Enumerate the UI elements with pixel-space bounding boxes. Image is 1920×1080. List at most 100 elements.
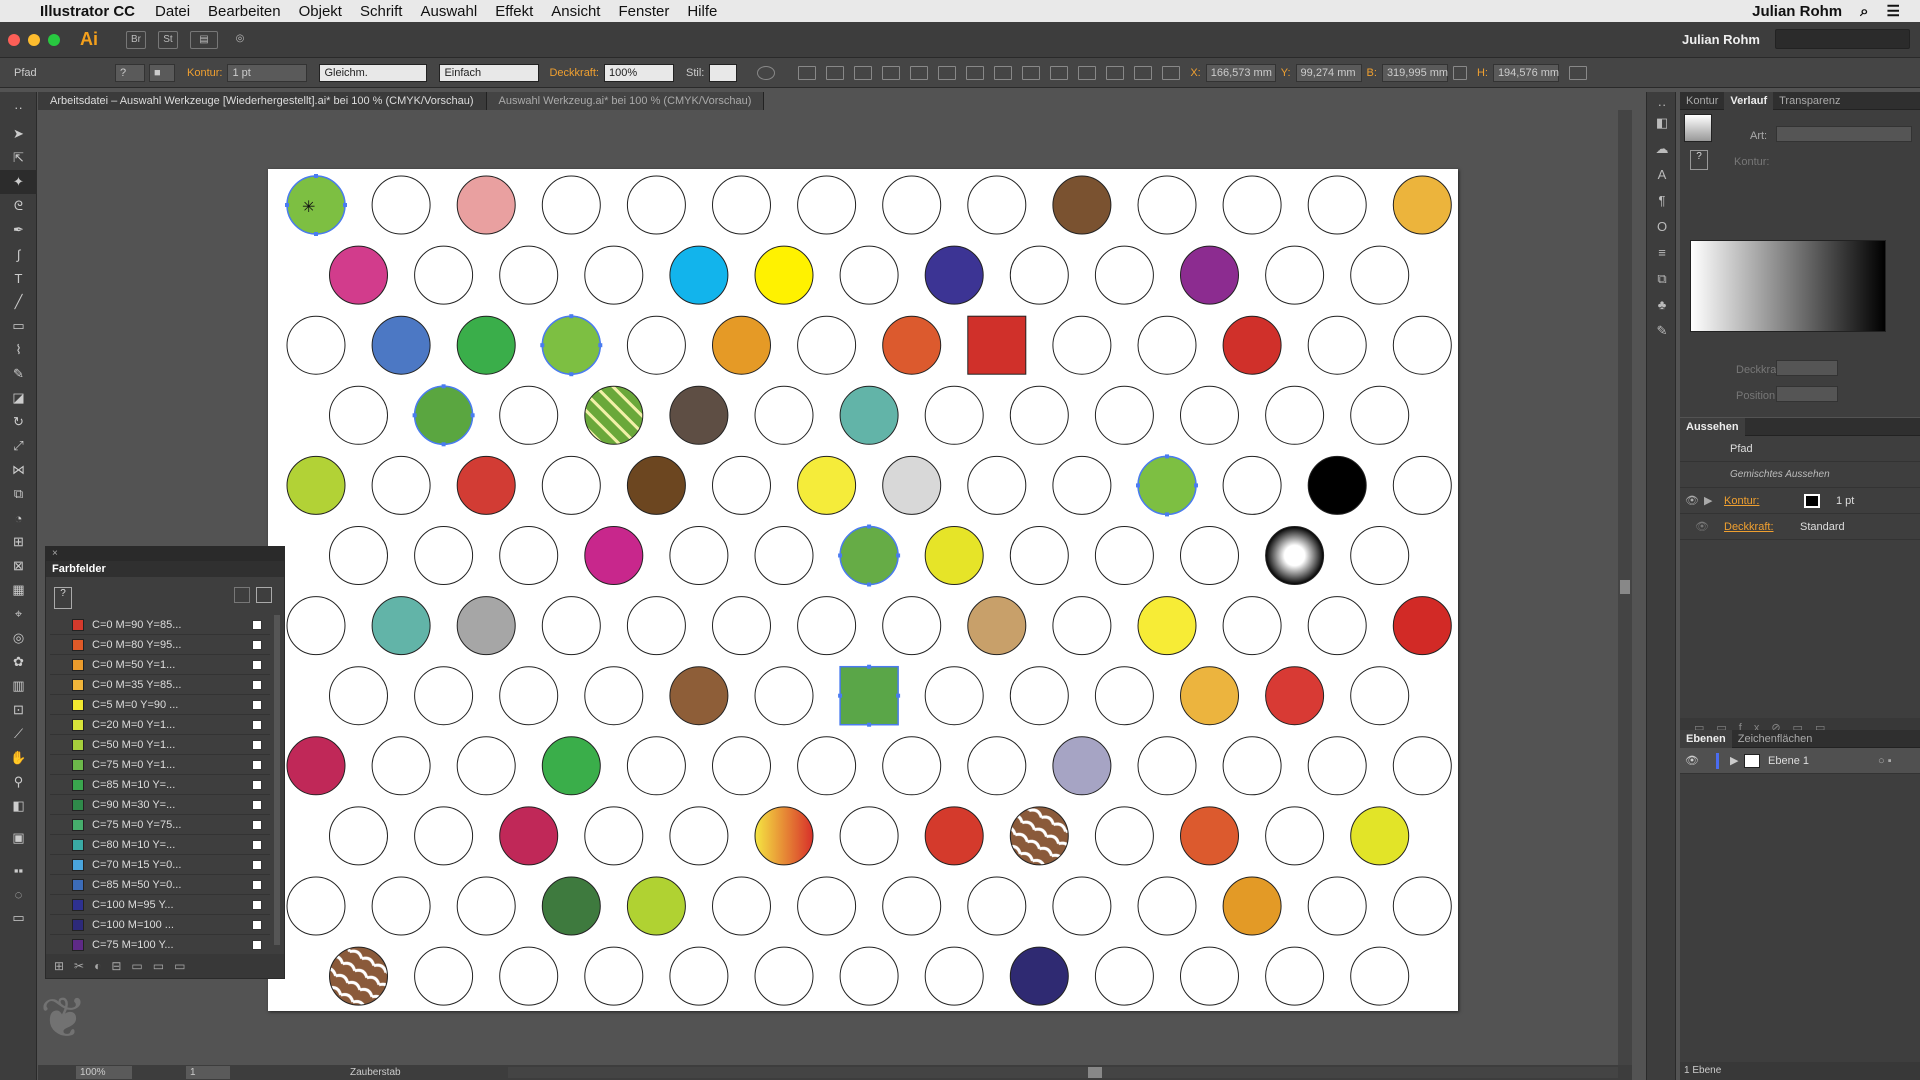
panel-grip-icon[interactable]: ·· [0,92,37,122]
artboard-empty-circle[interactable] [797,736,857,796]
align-bottom-icon[interactable] [966,65,985,80]
swatch-chip[interactable] [72,758,84,771]
menu-schrift[interactable]: Schrift [360,3,403,20]
swatch-row[interactable]: C=0 M=35 Y=85... [50,675,270,695]
artboard-empty-circle[interactable] [1009,666,1069,726]
artboard-empty-circle[interactable] [712,596,771,656]
artboard-colored-circle[interactable] [924,806,984,866]
swatch-row[interactable]: C=0 M=90 Y=85... [50,615,270,635]
artboard-empty-circle[interactable] [1350,946,1410,1006]
menu-bearbeiten[interactable]: Bearbeiten [208,3,281,20]
appearance-deckkraft-value[interactable]: Standard [1800,521,1845,533]
free-transform-tool-icon[interactable]: ⧉ [0,482,37,506]
expand-arrow-icon[interactable]: ▶ [1704,494,1724,507]
y-field[interactable]: 99,274 mm [1295,63,1362,82]
artboard-colored-circle[interactable] [329,245,388,305]
artboard-empty-circle[interactable] [797,876,857,936]
artboard-colored-circle[interactable] [286,455,346,515]
artboard-empty-circle[interactable] [1009,385,1069,445]
menu-datei[interactable]: Datei [155,3,190,20]
align-right-icon[interactable] [882,65,901,80]
notification-icon[interactable]: ☰ [1887,2,1900,20]
artboard-colored-circle[interactable] [456,596,516,656]
recolor-artwork-icon[interactable] [757,65,776,80]
artboard-colored-circle[interactable] [1180,245,1239,305]
artboard-empty-circle[interactable] [967,876,1027,936]
artboard-colored-circle[interactable] [371,596,431,656]
swatch-row[interactable]: C=75 M=100 Y... [50,935,270,955]
arrange-documents-icon[interactable]: ▤ [190,30,218,49]
swatch-footer-icons[interactable]: ⊞✂◐⊟▭▭▭ [46,954,284,978]
artboard-empty-circle[interactable] [626,315,686,375]
artboard-empty-circle[interactable] [1137,736,1197,796]
swatch-row[interactable]: C=85 M=10 Y=... [50,775,270,795]
kontur-label[interactable]: Kontur: [187,67,222,79]
artboard-empty-circle[interactable] [1180,385,1239,445]
layer-target-icon[interactable]: ○ ▪ [1878,755,1892,767]
artboard-empty-circle[interactable] [754,946,814,1006]
libraries-icon[interactable]: ☁ [1647,136,1677,162]
menu-effekt[interactable]: Effekt [495,3,533,20]
anchor-point[interactable] [314,232,318,236]
artboard-empty-circle[interactable] [1094,385,1154,445]
artboard-empty-circle[interactable] [839,946,899,1006]
spotlight-icon[interactable]: ⌕ [1860,3,1868,20]
scale-tool-icon[interactable]: ⤢ [0,434,37,458]
stroke-color-chip[interactable] [1804,493,1820,508]
anchor-point[interactable] [838,693,843,698]
artboard-empty-circle[interactable] [1137,315,1197,375]
artboard-empty-circle[interactable] [1222,596,1282,656]
artboard-colored-circle[interactable] [541,736,601,796]
artboard-empty-circle[interactable] [329,666,388,726]
brush-definition[interactable]: Einfach [439,63,540,82]
distribute-middle-icon[interactable] [1022,65,1041,80]
artboard-empty-circle[interactable] [414,666,474,726]
artboard-navigation-field[interactable]: 1 [186,1066,230,1079]
artboard-tool-icon[interactable]: ⊡ [0,698,37,722]
artboard-colored-circle[interactable] [499,806,559,866]
artboard-empty-circle[interactable] [967,455,1027,515]
artboard-colored-circle[interactable] [286,736,346,796]
swatch-chip[interactable] [72,858,84,871]
artboard-empty-circle[interactable] [626,596,686,656]
selection-tool-icon[interactable]: ➤ [0,122,37,146]
opentype-icon[interactable]: O [1647,214,1677,240]
artboard-empty-circle[interactable] [371,876,431,936]
artboard-empty-circle[interactable] [712,736,771,796]
fill-stroke-indicator[interactable]: ? [54,587,72,609]
align-panel-icon[interactable]: ≡ [1647,240,1677,266]
width-field[interactable]: 319,995 mm [1381,63,1448,82]
align-left-icon[interactable] [826,65,845,80]
vertical-scroll-thumb[interactable] [1620,580,1630,594]
artboard-empty-circle[interactable] [1307,315,1367,375]
minimize-window-icon[interactable] [28,33,40,46]
artboard-colored-circle[interactable] [1265,666,1325,726]
fill-color-swatch[interactable]: ? [115,63,145,82]
slice-tool-icon[interactable]: ⟋ [0,722,37,746]
anchor-point[interactable] [285,203,289,207]
artboard-colored-circle[interactable] [754,245,814,305]
artboard-colored-circle[interactable] [371,315,431,375]
artboard-colored-circle[interactable] [1052,736,1112,796]
artboard-empty-circle[interactable] [924,385,984,445]
artboard-empty-circle[interactable] [839,245,899,305]
swatch-row[interactable]: C=100 M=100 ... [50,915,270,935]
artboard-colored-circle[interactable] [754,806,814,866]
tab-verlauf[interactable]: Verlauf [1724,91,1774,110]
distribute-right-icon[interactable] [1134,65,1153,80]
artboard-square[interactable] [967,315,1027,375]
artboard-empty-circle[interactable] [584,806,644,866]
swatch-chip[interactable] [72,718,84,731]
artboard-empty-circle[interactable] [882,596,942,656]
artboard-empty-circle[interactable] [584,666,644,726]
deckkraft-label[interactable]: Deckkraft: [549,67,599,79]
swatch-chip[interactable] [72,738,84,751]
artboard-empty-circle[interactable] [1265,946,1325,1006]
direct-selection-tool-icon[interactable]: ⇱ [0,146,37,170]
artboard-empty-circle[interactable] [286,876,346,936]
artboard-empty-circle[interactable] [924,946,984,1006]
color-guide-icon[interactable]: ◧ [1647,110,1677,136]
anchor-point[interactable] [867,582,872,587]
status-tool-name[interactable]: Zauberstab [350,1067,401,1078]
artboard-colored-circle[interactable] [1392,596,1452,656]
